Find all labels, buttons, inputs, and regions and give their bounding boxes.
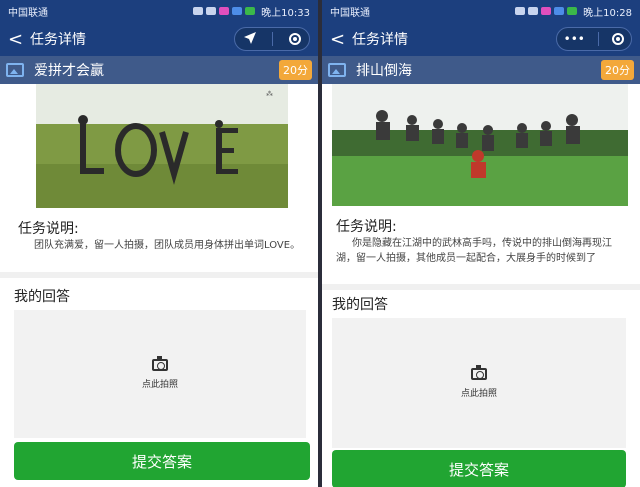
status-icons [193, 7, 256, 15]
answer-label: 我的回答 [14, 289, 70, 305]
app-notification-icon [554, 7, 565, 15]
description-title: 任务说明: [336, 219, 397, 235]
section-divider [322, 284, 640, 290]
page-title: 任务详情 [352, 32, 408, 48]
wifi-icon [528, 7, 539, 15]
upload-hint: 点此拍照 [141, 379, 178, 390]
photo-upload-area[interactable]: 点此拍照 [14, 310, 306, 438]
app-notification-icon [219, 7, 230, 15]
section-divider [0, 272, 318, 278]
close-ring-icon[interactable] [289, 33, 302, 45]
task-photo-group-jump [332, 84, 628, 206]
task-name: 排山倒海 [356, 63, 412, 79]
camera-icon [471, 364, 487, 380]
status-icons [515, 7, 578, 15]
left-phone-screen: 中国联通 晚上10:33 < 任务详情 爱拼才会赢 20分 ⁂ 任务说明: 团队… [0, 0, 318, 487]
location-arrow-icon[interactable] [243, 31, 257, 48]
description-title: 任务说明: [18, 221, 79, 237]
carrier-label: 中国联通 [8, 7, 48, 19]
description-text: 你是隐藏在江湖中的武林高手吗，传说中的排山倒海再现江湖，留一人拍摄，其他成员一起… [336, 238, 612, 264]
mini-program-capsule [234, 27, 310, 51]
app-notification-icon [567, 7, 578, 15]
capsule-divider [598, 32, 600, 46]
back-arrow-icon[interactable]: < [330, 29, 352, 50]
nav-bar: < 任务详情 [0, 22, 318, 56]
page-title: 任务详情 [30, 32, 86, 48]
clock: 晚上10:33 [261, 7, 310, 19]
status-bar: 中国联通 晚上10:28 [322, 0, 640, 22]
camera-icon [152, 355, 168, 371]
app-notification-icon [232, 7, 243, 15]
task-name: 爱拼才会赢 [34, 63, 104, 79]
answer-label: 我的回答 [332, 297, 388, 313]
close-ring-icon[interactable] [612, 33, 625, 45]
upload-hint: 点此拍照 [460, 388, 497, 399]
app-notification-icon [245, 7, 256, 15]
app-notification-icon [541, 7, 552, 15]
signal-icon [193, 7, 204, 15]
svg-text:⁂: ⁂ [266, 90, 273, 98]
more-dots-icon[interactable]: ••• [564, 32, 585, 46]
submit-answer-button[interactable]: 提交答案 [14, 442, 310, 480]
task-header: 排山倒海 20分 [322, 56, 640, 84]
image-icon [6, 63, 24, 77]
right-phone-screen: 中国联通 晚上10:28 < 任务详情 ••• 排山倒海 20分 任务说明: 你… [322, 0, 640, 487]
task-header: 爱拼才会赢 20分 [0, 56, 318, 84]
description-text: 团队充满爱，留一人拍摄，团队成员用身体拼出单词LOVE。 [34, 240, 301, 251]
score-badge: 20分 [601, 60, 634, 80]
clock: 晚上10:28 [583, 7, 632, 19]
task-photo-love: ⁂ [36, 84, 288, 208]
image-icon [328, 63, 346, 77]
submit-answer-button[interactable]: 提交答案 [332, 450, 626, 487]
photo-upload-area[interactable]: 点此拍照 [332, 318, 626, 448]
signal-icon [515, 7, 526, 15]
score-badge: 20分 [279, 60, 312, 80]
status-bar: 中国联通 晚上10:33 [0, 0, 318, 22]
carrier-label: 中国联通 [330, 7, 370, 19]
back-arrow-icon[interactable]: < [8, 29, 30, 50]
mini-program-capsule: ••• [556, 27, 632, 51]
nav-bar: < 任务详情 ••• [322, 22, 640, 56]
capsule-divider [272, 32, 274, 46]
wifi-icon [206, 7, 217, 15]
